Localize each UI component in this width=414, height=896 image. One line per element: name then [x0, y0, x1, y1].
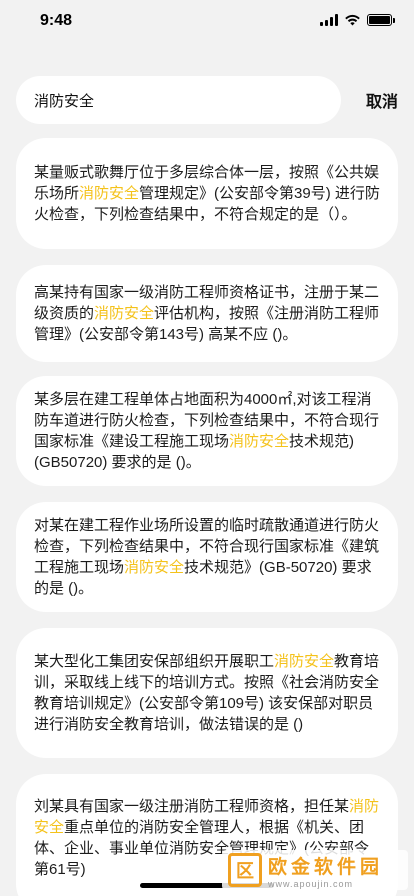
result-text: 某量贩式歌舞厅位于多层综合体一层，按照《公共娱乐场所消防安全管理规定》(公安部令…: [34, 164, 380, 223]
search-bar: 取消: [16, 76, 398, 124]
status-time: 9:48: [40, 12, 73, 29]
status-bar: 9:48: [0, 0, 414, 44]
battery-icon: [367, 14, 395, 26]
watermark-title: 欧金软件园: [268, 856, 384, 878]
watermark-url: www.apoujin.com: [268, 878, 354, 889]
keyword-highlight: 消防安全: [229, 433, 290, 450]
keyword-highlight: 消防安全: [94, 305, 155, 322]
result-card[interactable]: 某量贩式歌舞厅位于多层综合体一层，按照《公共娱乐场所消防安全管理规定》(公安部令…: [16, 138, 398, 249]
watermark-logo-icon: 区: [228, 853, 262, 887]
result-card[interactable]: 某大型化工集团安保部组织开展职工消防安全教育培训，采取线上线下的培训方式。按照《…: [16, 628, 398, 758]
cancel-button[interactable]: 取消: [366, 88, 398, 112]
wifi-icon: [345, 14, 360, 26]
result-text: 某大型化工集团安保部组织开展职工消防安全教育培训，采取线上线下的培训方式。按照《…: [34, 653, 380, 733]
result-card[interactable]: 对某在建工程作业场所设置的临时疏散通道进行防火检查，下列检查结果中，不符合现行国…: [16, 502, 398, 612]
result-text: 高某持有国家一级消防工程师资格证书，注册于某二级资质的消防安全评估机构，按照《注…: [34, 284, 380, 343]
keyword-highlight: 消防安全: [274, 653, 335, 670]
keyword-highlight: 消防安全: [79, 185, 140, 202]
result-card[interactable]: 高某持有国家一级消防工程师资格证书，注册于某二级资质的消防安全评估机构，按照《注…: [16, 265, 398, 362]
keyword-highlight: 消防安全: [124, 559, 185, 576]
watermark: 区 欧金软件园 www.apoujin.com: [222, 850, 408, 890]
search-input[interactable]: [34, 91, 341, 109]
result-card[interactable]: 某多层在建工程单体占地面积为4000㎡,对该工程消防车道进行防火检查，下列检查结…: [16, 376, 398, 486]
status-icons: [320, 14, 395, 26]
search-box[interactable]: [16, 76, 341, 124]
cellular-signal-icon: [320, 14, 338, 26]
result-text: 某多层在建工程单体占地面积为4000㎡,对该工程消防车道进行防火检查，下列检查结…: [34, 391, 380, 471]
result-text: 对某在建工程作业场所设置的临时疏散通道进行防火检查，下列检查结果中，不符合现行国…: [34, 517, 380, 597]
